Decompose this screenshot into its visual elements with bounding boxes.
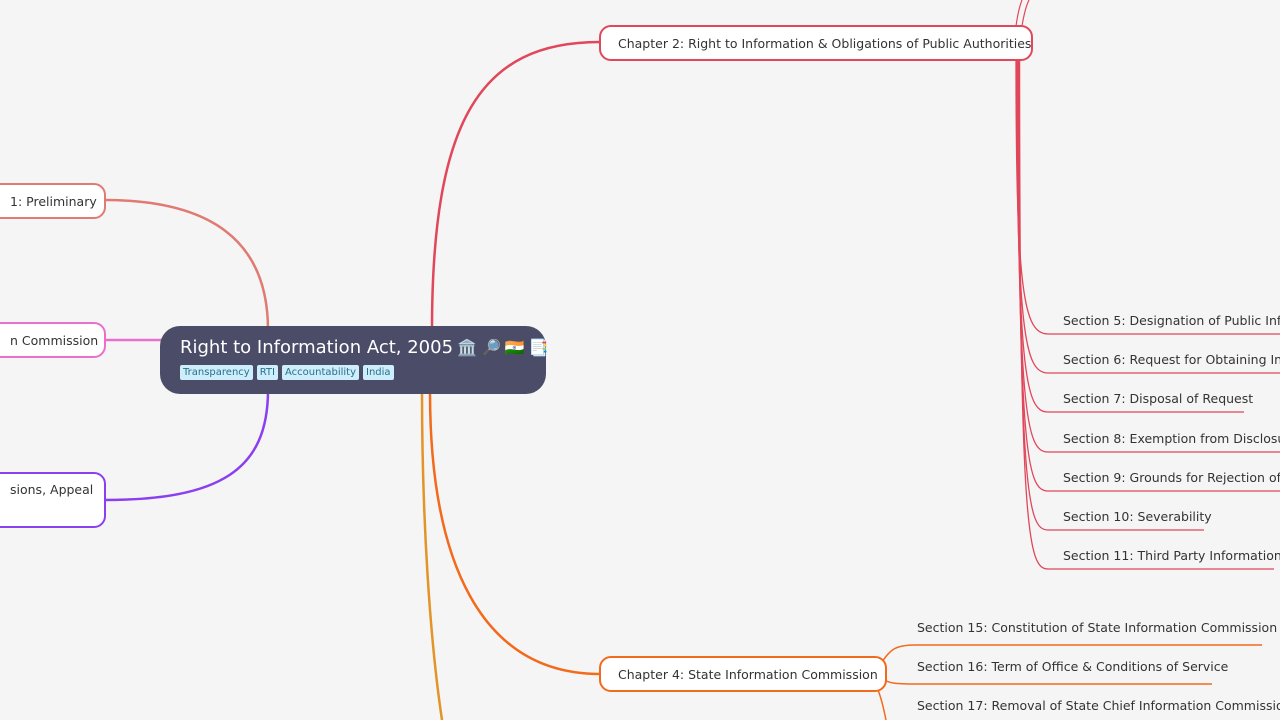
section-connector xyxy=(883,679,1212,685)
root-title-row: Right to Information Act, 2005 🏛️ 🔎 🇮🇳 📑 xyxy=(180,336,549,360)
section-node[interactable]: Section 10: Severability xyxy=(1063,509,1212,524)
tag-rti[interactable]: RTI xyxy=(256,365,278,380)
chapter-4-node[interactable]: Chapter 4: State Information Commission xyxy=(599,656,887,692)
connector-ch2-up-1 xyxy=(1015,0,1023,27)
tag-india[interactable]: India xyxy=(363,365,394,380)
section-connector xyxy=(1017,59,1280,492)
chapter-3-label: n Commission xyxy=(10,332,99,348)
magnifier-icon: 🔎 xyxy=(480,338,501,357)
india-flag-icon: 🇮🇳 xyxy=(504,338,525,357)
section-connector xyxy=(1018,59,1204,531)
chapter-4-label: Chapter 4: State Information Commission xyxy=(618,666,878,682)
section-node[interactable]: Section 16: Term of Office & Conditions … xyxy=(917,659,1228,674)
document-icon: 📑 xyxy=(528,338,549,357)
tag-list: Transparency RTI Accountability India xyxy=(180,365,526,380)
connector-chapter-4 xyxy=(428,391,601,676)
tag-transparency[interactable]: Transparency xyxy=(180,365,253,380)
chapter-1-label: 1: Preliminary xyxy=(10,193,97,209)
section-node[interactable]: Section 9: Grounds for Rejection of A xyxy=(1063,470,1280,485)
connector-preliminary xyxy=(103,198,270,331)
section-node[interactable]: Section 8: Exemption from Disclosure xyxy=(1063,431,1280,446)
connector-ch2-up-2 xyxy=(1021,0,1030,27)
section-node[interactable]: Section 6: Request for Obtaining Info xyxy=(1063,352,1280,367)
chapter-3-node[interactable]: n Commission xyxy=(0,322,106,358)
section-node[interactable]: Section 15: Constitution of State Inform… xyxy=(917,620,1277,635)
government-building-icon: 🏛️ xyxy=(457,338,477,357)
tag-accountability[interactable]: Accountability xyxy=(281,365,360,380)
section-node[interactable]: Section 17: Removal of State Chief Infor… xyxy=(917,698,1280,713)
chapter-5-node[interactable]: sions, Appeal xyxy=(0,472,106,528)
section-connector xyxy=(1015,59,1280,335)
chapter-5-label: sions, Appeal xyxy=(10,482,94,497)
section-node[interactable]: Section 5: Designation of Public Infor xyxy=(1063,313,1280,328)
chapter-1-node[interactable]: 1: Preliminary xyxy=(0,183,106,219)
section-connector xyxy=(877,689,887,720)
root-node[interactable]: Right to Information Act, 2005 🏛️ 🔎 🇮🇳 📑… xyxy=(160,326,549,394)
connector-powers-appeal xyxy=(103,389,270,502)
connector-chapter-2 xyxy=(430,40,601,331)
section-node[interactable]: Section 7: Disposal of Request xyxy=(1063,391,1253,406)
chapter-2-node[interactable]: Chapter 2: Right to Information & Obliga… xyxy=(599,25,1033,61)
section-node[interactable]: Section 11: Third Party Information xyxy=(1063,548,1280,563)
root-title: Right to Information Act, 2005 xyxy=(180,337,454,358)
chapter-2-label: Chapter 2: Right to Information & Obliga… xyxy=(618,35,1032,51)
